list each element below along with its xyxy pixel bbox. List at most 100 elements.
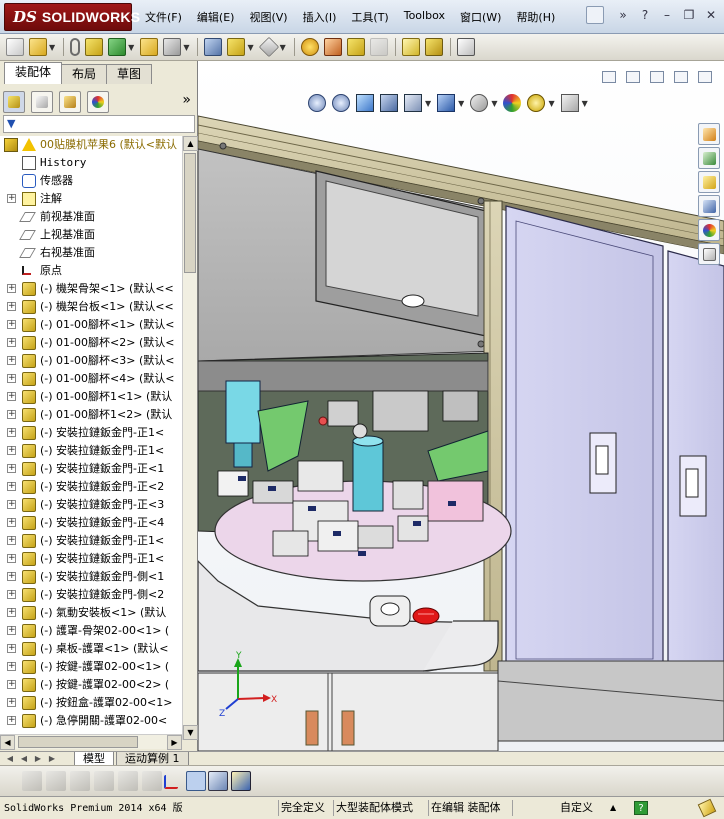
tree-item[interactable]: 上视基准面: [0, 226, 182, 244]
perspective-icon[interactable]: [142, 771, 162, 791]
hidden-lines-icon[interactable]: [70, 771, 90, 791]
expand-icon[interactable]: +: [7, 302, 16, 311]
filter-icon[interactable]: ▼: [7, 117, 15, 130]
tree-item[interactable]: + (-) 護罩-骨架02-00<1> (: [0, 622, 182, 640]
tab-first-icon[interactable]: ◀: [4, 753, 16, 764]
expand-icon[interactable]: +: [7, 464, 16, 473]
zoom-to-area-icon[interactable]: [332, 94, 350, 112]
solidworks-logo[interactable]: DS SOLIDWORKS: [4, 3, 140, 31]
measure-icon[interactable]: [401, 38, 420, 56]
menu-window[interactable]: 窗口(W): [460, 9, 501, 25]
menu-toolbox[interactable]: Toolbox: [404, 9, 445, 25]
tree-item[interactable]: History: [0, 154, 182, 172]
expand-icon[interactable]: +: [7, 392, 16, 401]
assembly-model[interactable]: Y X Z: [198, 61, 724, 751]
component-pattern-icon[interactable]: [108, 38, 127, 56]
tree-item[interactable]: + (-) 按鈕盒-護罩02-00<1>: [0, 694, 182, 712]
section-view-icon[interactable]: [380, 94, 398, 112]
mate-icon[interactable]: [85, 38, 104, 56]
view-settings-dropdown-icon[interactable]: ▼: [582, 99, 588, 108]
split-view-horizontal-icon[interactable]: [626, 71, 640, 83]
move-component-icon[interactable]: [163, 38, 182, 56]
shaded-icon[interactable]: [46, 771, 66, 791]
help-status-icon[interactable]: ?: [634, 801, 648, 815]
view-orientation-icon[interactable]: [437, 94, 456, 112]
scroll-up-icon[interactable]: ▲: [183, 136, 198, 151]
tree-item[interactable]: + (-) 安裝拉鏈鈑金門-正1<: [0, 442, 182, 460]
draft-quality-icon[interactable]: [118, 771, 138, 791]
dynamic-annotation-icon[interactable]: [404, 94, 422, 112]
expand-icon[interactable]: +: [7, 644, 16, 653]
tree-item[interactable]: + (-) 安裝拉鏈鈑金門-側<1: [0, 568, 182, 586]
tree-item[interactable]: + (-) 安裝拉鏈鈑金門-側<2: [0, 586, 182, 604]
edit-appearance-icon[interactable]: [503, 94, 522, 112]
tree-item[interactable]: + (-) 安裝拉鏈鈑金門-正<2: [0, 478, 182, 496]
tree-item[interactable]: + (-) 01-00腳杯1<2> (默认: [0, 406, 182, 424]
realview-icon[interactable]: [231, 771, 251, 791]
display-pane-icon[interactable]: [22, 771, 42, 791]
expand-icon[interactable]: +: [7, 338, 16, 347]
insert-component-icon[interactable]: [140, 38, 159, 56]
menu-tools[interactable]: 工具(T): [351, 9, 388, 25]
tab-last-icon[interactable]: ▶: [46, 753, 58, 764]
expand-icon[interactable]: +: [7, 428, 16, 437]
menu-insert[interactable]: 插入(I): [303, 9, 337, 25]
file-explorer-icon[interactable]: [698, 171, 720, 193]
tree-item[interactable]: + (-) 01-00腳杯<3> (默认<: [0, 352, 182, 370]
doc-minimize-button[interactable]: [650, 71, 664, 83]
tree-item[interactable]: + (-) 01-00腳杯<4> (默认<: [0, 370, 182, 388]
close-button[interactable]: ✕: [702, 6, 720, 24]
expand-icon[interactable]: +: [7, 536, 16, 545]
scroll-right-icon[interactable]: ▶: [167, 735, 182, 750]
assembly-visualization-icon[interactable]: [346, 38, 365, 56]
paperclip-icon[interactable]: [70, 38, 81, 56]
tree-item[interactable]: + (-) 安裝拉鏈鈑金門-正1<: [0, 550, 182, 568]
tree-item[interactable]: 前视基准面: [0, 208, 182, 226]
expand-icon[interactable]: +: [7, 626, 16, 635]
pattern-dropdown-icon[interactable]: ▼: [128, 43, 134, 52]
display-style-icon[interactable]: [470, 94, 489, 112]
menu-file[interactable]: 文件(F): [145, 9, 182, 25]
help-icon[interactable]: ?: [636, 6, 654, 24]
units-custom[interactable]: 自定义: [560, 800, 593, 816]
scroll-thumb-horizontal[interactable]: [18, 736, 138, 748]
graphics-area[interactable]: Y X Z ▼ ▼ ▼ ▼ ▼: [198, 61, 724, 751]
expand-icon[interactable]: +: [7, 482, 16, 491]
tree-item[interactable]: + (-) 按鍵-護罩02-00<2> (: [0, 676, 182, 694]
exploded-view-icon[interactable]: [227, 38, 246, 56]
expand-icon[interactable]: +: [7, 554, 16, 563]
apply-scene-icon[interactable]: [527, 94, 546, 112]
appearances-icon[interactable]: [698, 219, 720, 241]
expand-icon[interactable]: +: [7, 716, 16, 725]
rebuild-icon[interactable]: [300, 38, 319, 56]
scroll-left-icon[interactable]: ◀: [0, 735, 15, 750]
split-view-icon[interactable]: [602, 71, 616, 83]
explode-dropdown-icon[interactable]: ▼: [247, 43, 253, 52]
scroll-thumb[interactable]: [184, 153, 196, 273]
filter-field[interactable]: ▼: [3, 115, 195, 133]
tab-model[interactable]: 模型: [74, 752, 114, 766]
tree-item[interactable]: + (-) 01-00腳杯1<1> (默认: [0, 388, 182, 406]
open-folder-icon[interactable]: [29, 38, 47, 56]
open-dropdown-icon[interactable]: ▼: [49, 43, 55, 52]
expand-icon[interactable]: +: [7, 590, 16, 599]
tree-item[interactable]: + (-) 機架台板<1> (默认<<: [0, 298, 182, 316]
mass-properties-icon[interactable]: [424, 38, 443, 56]
interference-detection-icon[interactable]: [323, 38, 342, 56]
tree-item[interactable]: + (-) 安裝拉鏈鈑金門-正<4: [0, 514, 182, 532]
wireframe-icon[interactable]: [94, 771, 114, 791]
tree-item[interactable]: 传感器: [0, 172, 182, 190]
expand-tabs-icon[interactable]: »: [182, 92, 191, 108]
tree-item[interactable]: + (-) 安裝拉鏈鈑金門-正<3: [0, 496, 182, 514]
expand-icon[interactable]: +: [7, 500, 16, 509]
tree-vertical-scrollbar[interactable]: ▲ ▼: [182, 136, 198, 740]
minimize-button[interactable]: –: [658, 6, 676, 24]
doc-close-button[interactable]: [698, 71, 712, 83]
display-manager-tab[interactable]: [87, 91, 109, 113]
tree-item[interactable]: + (-) 安裝拉鏈鈑金門-正<1: [0, 460, 182, 478]
doc-restore-button[interactable]: [674, 71, 688, 83]
tab-prev-icon[interactable]: ◀: [18, 753, 30, 764]
scene-dropdown-icon[interactable]: ▼: [548, 99, 554, 108]
tree-item[interactable]: + (-) 01-00腳杯<2> (默认<: [0, 334, 182, 352]
move-dropdown-icon[interactable]: ▼: [183, 43, 189, 52]
